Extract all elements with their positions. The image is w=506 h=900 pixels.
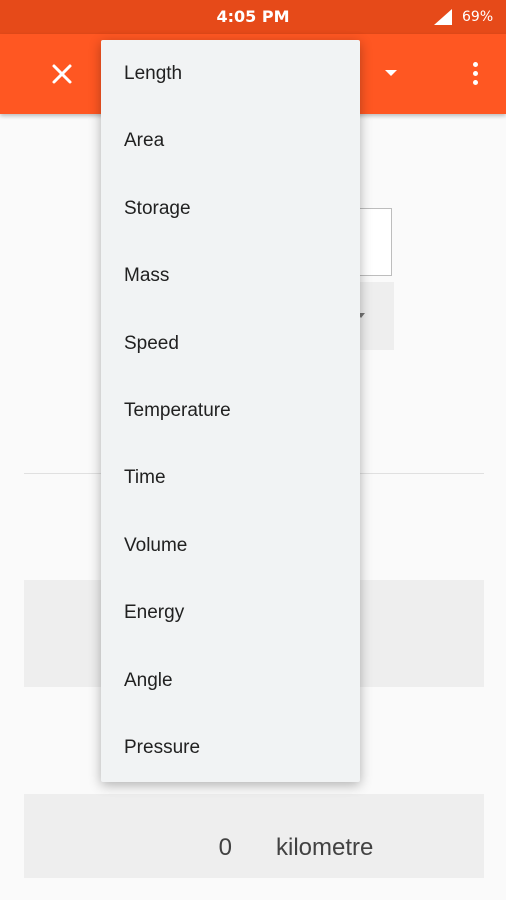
status-bar: 4:05 PM 69%	[0, 0, 506, 34]
dropdown-arrow-icon[interactable]	[385, 70, 397, 76]
menu-item-angle[interactable]: Angle	[101, 647, 360, 714]
overflow-menu-icon[interactable]	[464, 62, 486, 88]
battery-percentage: 69%	[462, 9, 494, 25]
menu-item-time[interactable]: Time	[101, 444, 360, 511]
category-dropdown-menu: Length Area Storage Mass Speed Temperatu…	[101, 40, 360, 782]
menu-item-length[interactable]: Length	[101, 40, 360, 107]
menu-item-mass[interactable]: Mass	[101, 242, 360, 309]
menu-item-energy[interactable]: Energy	[101, 579, 360, 646]
close-icon[interactable]	[44, 56, 80, 92]
signal-icon	[434, 9, 452, 25]
status-time: 4:05 PM	[216, 7, 290, 26]
menu-item-area[interactable]: Area	[101, 107, 360, 174]
menu-item-speed[interactable]: Speed	[101, 310, 360, 377]
result-unit: kilometre	[276, 834, 374, 861]
menu-item-temperature[interactable]: Temperature	[101, 377, 360, 444]
result-value: 0	[218, 834, 232, 861]
menu-item-volume[interactable]: Volume	[101, 512, 360, 579]
result-row[interactable]: 0 kilometre	[24, 794, 484, 878]
menu-item-storage[interactable]: Storage	[101, 175, 360, 242]
menu-item-pressure[interactable]: Pressure	[101, 714, 360, 781]
